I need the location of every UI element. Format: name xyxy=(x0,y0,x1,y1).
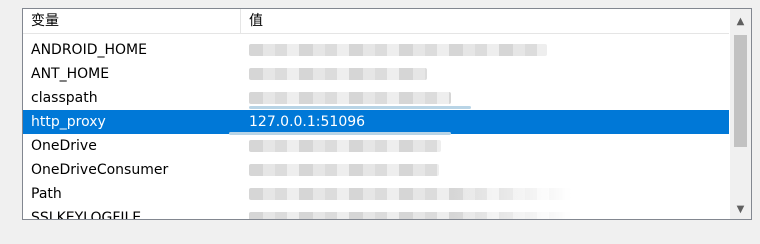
list-item[interactable]: ANT_HOME xyxy=(23,62,729,86)
vertical-scrollbar[interactable]: ▲ ▼ xyxy=(730,9,751,219)
list-item[interactable]: classpath xyxy=(23,86,729,110)
redacted-value xyxy=(249,92,451,104)
fade-overlay xyxy=(453,169,751,219)
column-header-value[interactable]: 值 xyxy=(241,9,729,33)
redacted-underline xyxy=(249,106,471,109)
variable-name: OneDriveConsumer xyxy=(31,162,169,178)
redacted-value xyxy=(249,44,547,56)
variable-name: OneDrive xyxy=(31,138,97,154)
variable-name: classpath xyxy=(31,90,98,106)
variable-name: ANT_HOME xyxy=(31,66,110,82)
redacted-value xyxy=(249,164,439,176)
redacted-value xyxy=(249,68,427,80)
redacted-value xyxy=(249,140,441,152)
list-item-selected[interactable]: http_proxy 127.0.0.1:51096 xyxy=(23,110,729,135)
variable-value: 127.0.0.1:51096 xyxy=(249,114,366,130)
list-item[interactable]: OneDrive xyxy=(23,134,729,158)
variable-name: SSLKEYLOGFILE xyxy=(31,210,142,220)
variable-name: http_proxy xyxy=(31,114,106,130)
column-header-variable[interactable]: 变量 xyxy=(23,9,241,33)
environment-variables-list[interactable]: 变量 值 ANDROID_HOME ANT_HOME classpath htt… xyxy=(22,8,752,220)
chevron-up-icon[interactable]: ▲ xyxy=(730,13,751,31)
chevron-down-icon[interactable]: ▼ xyxy=(730,201,751,219)
variable-name: Path xyxy=(31,186,62,202)
variable-name: ANDROID_HOME xyxy=(31,42,147,58)
list-header: 变量 值 xyxy=(23,9,729,34)
list-item[interactable]: ANDROID_HOME xyxy=(23,38,729,62)
scrollbar-thumb[interactable] xyxy=(734,35,747,147)
